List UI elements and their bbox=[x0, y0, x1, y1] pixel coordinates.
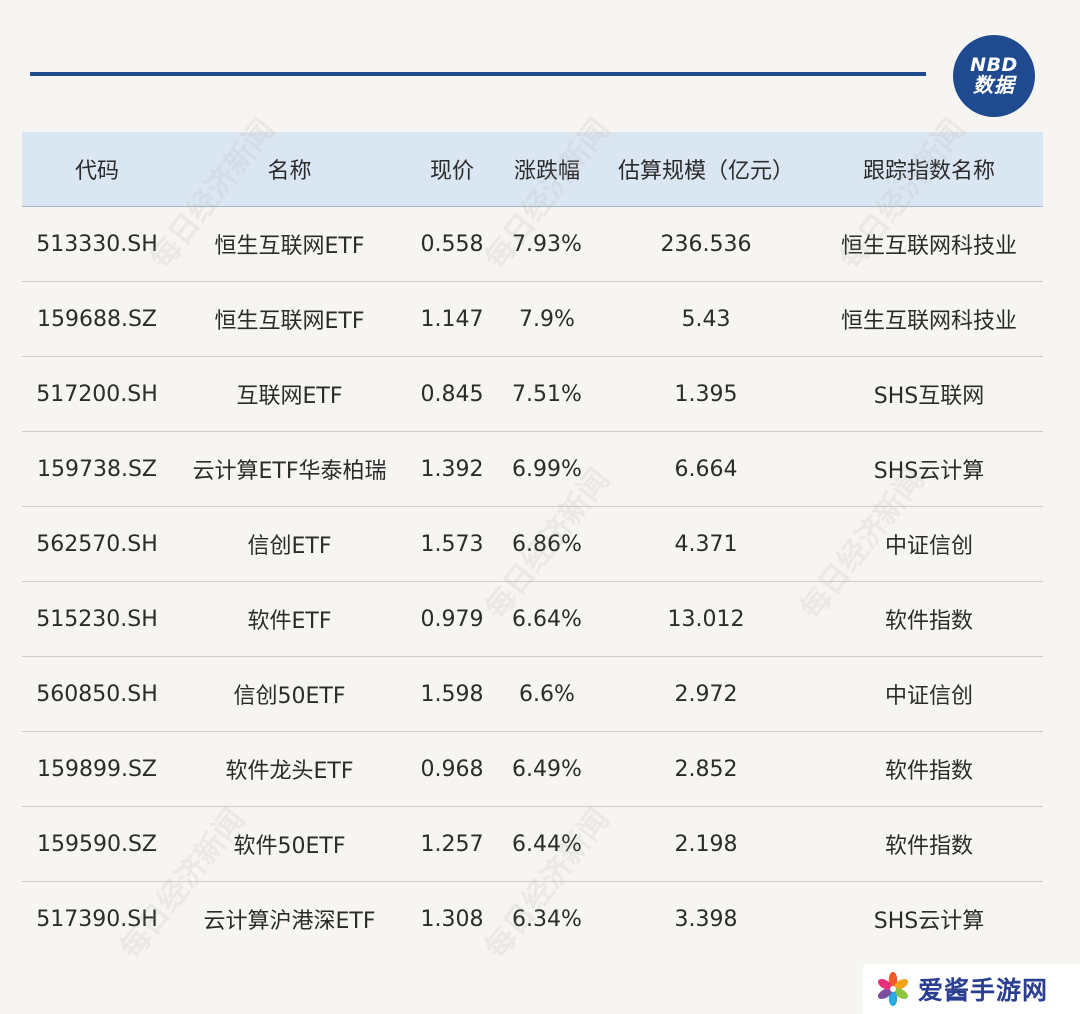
cell-index: 恒生互联网科技业 bbox=[815, 206, 1043, 282]
cell-code: 517200.SH bbox=[22, 356, 172, 432]
cell-index: SHS云计算 bbox=[873, 909, 985, 934]
cell-change: 6.34% bbox=[512, 906, 582, 932]
cell-price: 0.845 bbox=[407, 356, 497, 432]
cell-price: 0.558 bbox=[407, 206, 497, 282]
cell-name: 软件龙头ETF bbox=[172, 731, 407, 807]
cell-name: 恒生互联网ETF bbox=[172, 206, 407, 282]
cell-index: 软件指数 bbox=[815, 581, 1043, 657]
cell-name: 软件ETF bbox=[172, 581, 407, 657]
badge-line2: 数据 bbox=[973, 73, 1015, 98]
table-row: 159590.SZ 软件50ETF 1.257 6.44% 2.198 软件指数 bbox=[22, 806, 1043, 882]
cell-scale: 4.371 bbox=[597, 506, 815, 582]
etf-table: 代码 名称 现价 涨跌幅 估算规模（亿元） 跟踪指数名称 513330.SH 恒… bbox=[22, 132, 1043, 956]
table-row: 515230.SH 软件ETF 0.979 6.64% 13.012 软件指数 bbox=[22, 581, 1043, 657]
top-rule bbox=[30, 72, 926, 76]
cell-scale: 1.395 bbox=[597, 356, 815, 432]
cell-scale: 6.664 bbox=[597, 431, 815, 507]
brand-name: 爱酱手游网 bbox=[918, 976, 1049, 1005]
cell-scale: 13.012 bbox=[597, 581, 815, 657]
cell-change: 6.44% bbox=[497, 806, 597, 882]
cell-scale: 5.43 bbox=[597, 281, 815, 357]
nbd-data-badge: NBD 数据 bbox=[953, 35, 1035, 117]
header-change: 涨跌幅 bbox=[497, 132, 597, 207]
cell-price: 1.308 bbox=[420, 906, 484, 932]
cell-price: 1.392 bbox=[407, 431, 497, 507]
cell-change: 6.99% bbox=[497, 431, 597, 507]
cell-code: 517390.SH bbox=[36, 906, 158, 932]
table-header-row: 代码 名称 现价 涨跌幅 估算规模（亿元） 跟踪指数名称 bbox=[22, 132, 1043, 207]
cell-scale: 3.398 bbox=[674, 906, 738, 932]
cell-code: 560850.SH bbox=[22, 656, 172, 732]
cell-index: 中证信创 bbox=[815, 506, 1043, 582]
table-row: 517390.SH 云计算沪港深ETF 1.308 6.34% 3.398 SH… bbox=[22, 882, 1043, 957]
cell-scale: 2.198 bbox=[597, 806, 815, 882]
cell-code: 159688.SZ bbox=[22, 281, 172, 357]
cell-scale: 2.972 bbox=[597, 656, 815, 732]
cell-code: 159899.SZ bbox=[22, 731, 172, 807]
cell-change: 6.6% bbox=[497, 656, 597, 732]
table-row: 159899.SZ 软件龙头ETF 0.968 6.49% 2.852 软件指数 bbox=[22, 731, 1043, 807]
cell-change: 7.93% bbox=[497, 206, 597, 282]
table-row: 513330.SH 恒生互联网ETF 0.558 7.93% 236.536 恒… bbox=[22, 206, 1043, 282]
cell-index: SHS云计算 bbox=[815, 431, 1043, 507]
cell-code: 515230.SH bbox=[22, 581, 172, 657]
cell-index: SHS互联网 bbox=[815, 356, 1043, 432]
cell-price: 1.147 bbox=[407, 281, 497, 357]
table-row: 159688.SZ 恒生互联网ETF 1.147 7.9% 5.43 恒生互联网… bbox=[22, 281, 1043, 357]
cell-change: 7.9% bbox=[497, 281, 597, 357]
cell-change: 6.49% bbox=[497, 731, 597, 807]
cell-price: 0.968 bbox=[407, 731, 497, 807]
brand-watermark[interactable]: 爱酱手游网 bbox=[862, 964, 1080, 1014]
pinwheel-logo-icon bbox=[877, 972, 909, 1006]
cell-name: 软件50ETF bbox=[172, 806, 407, 882]
cell-name: 信创ETF bbox=[172, 506, 407, 582]
header-index: 跟踪指数名称 bbox=[815, 132, 1043, 207]
badge-line1: NBD bbox=[970, 53, 1018, 76]
cell-index: 恒生互联网科技业 bbox=[815, 281, 1043, 357]
cell-index: 中证信创 bbox=[815, 656, 1043, 732]
header-scale: 估算规模（亿元） bbox=[597, 132, 815, 207]
cell-change: 7.51% bbox=[497, 356, 597, 432]
cell-price: 1.573 bbox=[407, 506, 497, 582]
header-price: 现价 bbox=[407, 132, 497, 207]
table-row: 159738.SZ 云计算ETF华泰柏瑞 1.392 6.99% 6.664 S… bbox=[22, 431, 1043, 507]
cell-name: 恒生互联网ETF bbox=[172, 281, 407, 357]
cell-change: 6.64% bbox=[497, 581, 597, 657]
cell-code: 562570.SH bbox=[22, 506, 172, 582]
cell-price: 1.257 bbox=[407, 806, 497, 882]
cell-price: 0.979 bbox=[407, 581, 497, 657]
cell-name: 信创50ETF bbox=[172, 656, 407, 732]
cell-change: 6.86% bbox=[497, 506, 597, 582]
table-row: 562570.SH 信创ETF 1.573 6.86% 4.371 中证信创 bbox=[22, 506, 1043, 582]
cell-code: 513330.SH bbox=[22, 206, 172, 282]
cell-index: 软件指数 bbox=[815, 806, 1043, 882]
cell-index: 软件指数 bbox=[815, 731, 1043, 807]
cell-name: 云计算ETF华泰柏瑞 bbox=[172, 431, 407, 507]
cell-name: 互联网ETF bbox=[172, 356, 407, 432]
cell-code: 159738.SZ bbox=[22, 431, 172, 507]
table-row: 517200.SH 互联网ETF 0.845 7.51% 1.395 SHS互联… bbox=[22, 356, 1043, 432]
cell-scale: 2.852 bbox=[597, 731, 815, 807]
table-row: 560850.SH 信创50ETF 1.598 6.6% 2.972 中证信创 bbox=[22, 656, 1043, 732]
cell-price: 1.598 bbox=[407, 656, 497, 732]
cell-code: 159590.SZ bbox=[22, 806, 172, 882]
header-code: 代码 bbox=[22, 132, 172, 207]
cell-scale: 236.536 bbox=[597, 206, 815, 282]
header-name: 名称 bbox=[172, 132, 407, 207]
cell-name: 云计算沪港深ETF bbox=[203, 909, 376, 934]
